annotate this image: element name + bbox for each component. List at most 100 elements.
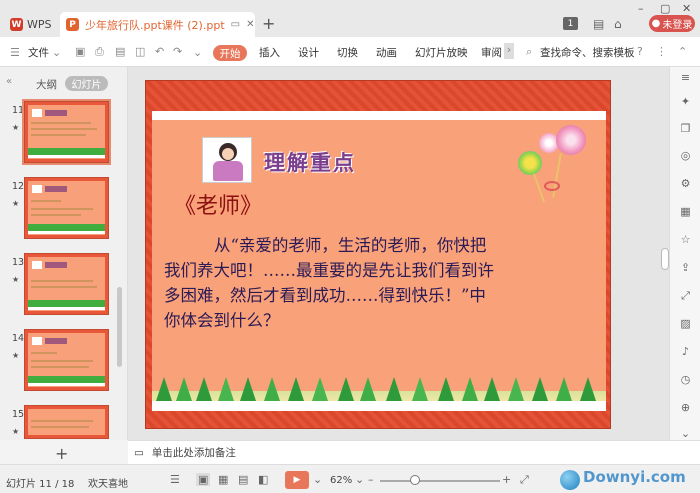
tab-comment-icon[interactable]: ▭ [231,19,240,30]
window-close-icon[interactable]: ✕ [682,2,691,15]
zoom-out-icon[interactable]: – [368,473,374,486]
tab-scroll-right-icon[interactable]: › [504,43,514,59]
collapse-ribbon-icon[interactable]: ⌃ [678,45,687,58]
zoom-slider[interactable] [380,480,500,482]
adjust-icon[interactable]: ⚙ [679,177,692,190]
wps-logo-icon: W [10,18,23,31]
chevron-down-icon[interactable]: ⌄ [52,46,61,59]
more-options-icon[interactable]: ⋮ [656,45,667,58]
skin-icon[interactable]: ▤ [593,17,604,31]
slide-sorter-icon[interactable]: ▦ [218,473,228,486]
wps-home-tab[interactable]: W WPS [4,12,56,37]
zoom-in-plus-icon[interactable]: + [502,473,511,486]
gift-icon[interactable]: ⌂ [614,17,622,31]
slides-tab[interactable]: 幻灯片 [65,76,108,91]
chevron-down-icon[interactable]: ⌄ [679,427,692,440]
login-button[interactable]: ● 未登录 [649,15,695,32]
globe-icon [560,470,580,490]
hamburger-menu-icon[interactable]: ☰ [10,46,20,59]
star-icon[interactable]: ☆ [679,233,692,246]
new-tab-plus-icon[interactable]: + [262,14,275,33]
slide-title[interactable]: 理解重点 [264,147,356,177]
tab-design[interactable]: 设计 [298,45,319,60]
collapse-panel-icon[interactable]: « [6,76,12,87]
maximize-icon[interactable]: ▢ [660,2,670,15]
current-slide[interactable]: 理解重点 《老师》 从“亲爱的老师，生活的老师，你快把 我们养大吧！……最重要的… [145,80,611,429]
add-slide-plus-icon[interactable]: + [55,444,68,463]
thumbnail-number: 12 [12,181,25,192]
play-icon: ▶ [293,475,301,485]
body-line: 多困难，然后才看到成功……得到快乐！”中 [164,286,486,305]
zoom-chevron-icon[interactable]: ⌄ [355,473,364,486]
wps-tab-label: WPS [27,18,52,31]
save-icon[interactable]: ▣ [75,45,85,58]
clock-icon[interactable]: ◷ [679,373,692,386]
tab-slideshow[interactable]: 幻灯片放映 [415,45,468,60]
page-count-badge[interactable]: 1 [563,17,578,30]
slide-subheading[interactable]: 《老师》 [174,188,262,220]
animation-star-icon: ★ [12,275,20,284]
normal-view-icon[interactable]: ▣ [196,473,211,486]
animation-star-icon: ★ [12,123,20,132]
body-line: 你体会到什么？ [164,311,280,330]
slide-thumbnail[interactable] [24,177,109,239]
smart-beautify-icon[interactable]: ✦ [679,95,692,108]
play-options-icon[interactable]: ⌄ [313,473,322,486]
more-chevron-icon[interactable]: ⌄ [193,46,202,59]
tab-start[interactable]: 开始 [213,45,247,61]
tab-close-icon[interactable]: ✕ [246,19,254,30]
canvas-scrollbar-thumb[interactable] [661,248,669,270]
preview-icon[interactable]: ◫ [135,45,145,58]
tab-review[interactable]: 审阅 [481,45,502,60]
theme-name[interactable]: 欢天喜地 [88,475,128,490]
tab-transition[interactable]: 切换 [337,45,358,60]
slide-counter: 幻灯片 11 / 18 [6,479,75,490]
document-tab[interactable]: P 少年旅行队.ppt课件 (2).ppt ▭ ✕ [60,12,255,37]
notes-bar[interactable]: ▭ 单击此处添加备注 [128,440,700,464]
search-icon[interactable]: ⌕ [526,45,532,59]
slide-thumbnail[interactable] [24,405,109,439]
zoom-slider-thumb[interactable] [410,475,420,485]
help-icon[interactable]: ? [637,45,643,58]
minimize-icon[interactable]: – [638,2,644,15]
fit-window-icon[interactable]: ⤢ [520,473,529,487]
filter-icon[interactable]: ≡ [679,71,692,84]
share-icon[interactable]: ⇪ [679,261,692,274]
notes-placeholder[interactable]: 单击此处添加备注 [152,445,236,460]
thumbnail-scrollbar[interactable] [117,287,122,367]
slide-panel: « 大纲 幻灯片 11 ★ 12 ★ 13 ★ 14 ★ 15 ★ [0,67,128,440]
watermark: Downyi.com [560,468,695,490]
play-slideshow-button[interactable]: ▶ [285,471,309,489]
audio-icon[interactable]: ♪ [679,345,692,358]
login-label: 未登录 [662,20,693,31]
watermark-text: Downyi.com [583,468,686,486]
tab-animation[interactable]: 动画 [376,45,397,60]
template-icon[interactable]: ▦ [679,205,692,218]
slide-thumbnail[interactable] [24,253,109,315]
zoom-in-icon[interactable]: ⊕ [679,401,692,414]
copy-icon[interactable]: ❐ [679,122,692,135]
title-bar: W WPS P 少年旅行队.ppt课件 (2).ppt ▭ ✕ + – ▢ ✕ … [0,0,700,37]
expand-icon[interactable]: ⤢ [679,289,692,302]
grid-view-icon[interactable]: ◧ [258,473,268,486]
shapes-icon[interactable]: ◎ [679,149,692,162]
print-icon[interactable]: ▤ [115,45,125,58]
image-icon[interactable]: ▨ [679,317,692,330]
document-tab-label: 少年旅行队.ppt课件 (2).ppt [85,18,225,32]
file-menu[interactable]: 文件 [28,45,49,60]
slide-body-text[interactable]: 从“亲爱的老师，生活的老师，你快把 我们养大吧！……最重要的是先让我们看到许 多… [164,233,594,333]
reading-view-icon[interactable]: ▤ [238,473,248,486]
thumbnail-number: 13 [12,257,25,268]
notes-icon: ▭ [134,446,144,459]
outline-tab[interactable]: 大纲 [36,77,57,92]
slide-thumbnail[interactable] [24,329,109,391]
undo-icon[interactable]: ↶ [155,45,164,58]
redo-icon[interactable]: ↷ [173,45,182,58]
notes-toggle-icon[interactable]: ☰ [170,473,180,486]
right-sidebar: ≡ ✦ ❐ ◎ ⚙ ▦ ☆ ⇪ ⤢ ▨ ♪ ◷ ⊕ ⌄ [669,67,700,440]
tab-insert[interactable]: 插入 [259,45,280,60]
zoom-level[interactable]: 62% [330,475,352,486]
search-command-field[interactable]: 查找命令、搜索模板 [540,45,635,60]
slide-thumbnail[interactable] [22,99,111,165]
export-icon[interactable]: ⎙ [95,45,104,59]
